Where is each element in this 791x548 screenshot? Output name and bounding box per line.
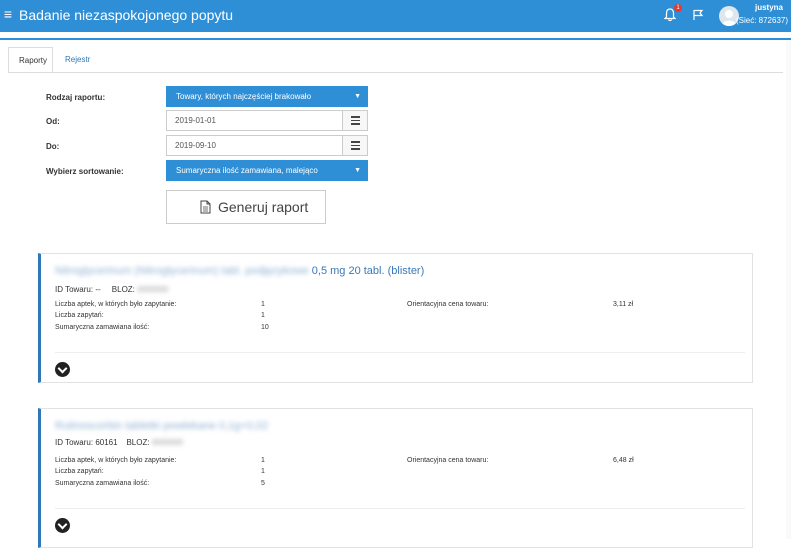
stat-value: 1 <box>261 301 265 308</box>
stat-value: 10 <box>261 324 269 331</box>
from-label: Od: <box>46 117 60 126</box>
from-date-input[interactable]: 2019-01-01 <box>166 110 343 131</box>
to-date-input[interactable]: 2019-09-10 <box>166 135 343 156</box>
result-card: Rutinoscorbin tabletki powlekane 0,1g+0,… <box>38 408 753 548</box>
report-type-value: Towary, których najczęściej brakowało <box>176 92 312 101</box>
user-network: (Sieć: 872637) <box>735 16 788 25</box>
sort-label: Wybierz sortowanie: <box>46 167 124 176</box>
id-label: ID Towaru: <box>55 285 94 294</box>
price-value: 3,11 zł <box>613 301 634 308</box>
stat-value: 1 <box>261 468 265 475</box>
flag-icon[interactable] <box>692 9 704 21</box>
calendar-icon[interactable] <box>342 110 368 131</box>
to-label: Do: <box>46 142 60 151</box>
chevron-down-icon[interactable] <box>55 362 70 377</box>
product-name[interactable]: Nitroglycerinum (Nitroglycerinum) tabl. … <box>55 265 424 277</box>
stat-value: 5 <box>261 480 265 487</box>
user-name[interactable]: justyna <box>723 3 783 12</box>
tab-raporty[interactable]: Raporty <box>8 47 53 73</box>
hamburger-icon[interactable]: ≡ <box>2 6 14 22</box>
report-type-select[interactable]: Towary, których najczęściej brakowało ▼ <box>166 86 368 107</box>
sort-select[interactable]: Sumaryczna ilość zamawiana, malejąco ▼ <box>166 160 368 181</box>
tab-rejestr[interactable]: Rejestr <box>55 47 97 73</box>
stat-label: Liczba zapytań: <box>55 312 104 319</box>
top-bar: ≡ Badanie niezaspokojonego popytu 1 just… <box>0 0 791 32</box>
product-name-hidden: Rutinoscorbin tabletki powlekane 0,1g+0,… <box>55 420 269 432</box>
stat-label: Liczba zapytań: <box>55 468 104 475</box>
document-icon <box>200 200 211 214</box>
id-value: -- <box>95 285 101 294</box>
bloz-label: BLOZ: <box>111 285 135 294</box>
product-name-visible: 0,5 mg 20 tabl. (blister) <box>311 265 425 277</box>
stat-label: Sumaryczna zamawiana ilość: <box>55 324 150 331</box>
caret-down-icon: ▼ <box>354 93 361 100</box>
card-divider <box>55 352 745 353</box>
generate-report-label: Generuj raport <box>218 199 309 215</box>
calendar-icon[interactable] <box>342 135 368 156</box>
product-ids: ID Towaru: -- BLOZ: 0000000 <box>55 285 168 294</box>
product-name-hidden: Nitroglycerinum (Nitroglycerinum) tabl. … <box>55 265 309 277</box>
card-divider <box>55 508 745 509</box>
product-name[interactable]: Rutinoscorbin tabletki powlekane 0,1g+0,… <box>55 420 268 432</box>
stat-value: 1 <box>261 312 265 319</box>
app-title: Badanie niezaspokojonego popytu <box>19 7 234 23</box>
id-value: 60161 <box>95 438 118 447</box>
stat-value: 1 <box>261 457 265 464</box>
id-label: ID Towaru: <box>55 438 94 447</box>
tab-divider <box>8 72 783 73</box>
report-type-label: Rodzaj raportu: <box>46 93 106 102</box>
scrollbar[interactable] <box>786 40 791 539</box>
stat-label: Liczba aptek, w których było zapytanie: <box>55 457 177 464</box>
price-label: Orientacyjna cena towaru: <box>407 301 489 308</box>
product-ids: ID Towaru: 60161 BLOZ: 0000000 <box>55 438 183 447</box>
bloz-label: BLOZ: <box>126 438 150 447</box>
bloz-value: 0000000 <box>137 285 169 294</box>
stat-label: Liczba aptek, w których było zapytanie: <box>55 301 177 308</box>
price-value: 6,48 zł <box>613 457 634 464</box>
generate-report-button[interactable]: Generuj raport <box>166 190 326 224</box>
notification-badge: 1 <box>674 4 682 12</box>
price-label: Orientacyjna cena towaru: <box>407 457 489 464</box>
chevron-down-icon[interactable] <box>55 518 70 533</box>
bloz-value: 0000000 <box>151 438 183 447</box>
caret-down-icon: ▼ <box>354 167 361 174</box>
stat-label: Sumaryczna zamawiana ilość: <box>55 480 150 487</box>
result-card: Nitroglycerinum (Nitroglycerinum) tabl. … <box>38 253 753 383</box>
header-underline <box>0 38 791 40</box>
sort-value: Sumaryczna ilość zamawiana, malejąco <box>176 166 318 175</box>
